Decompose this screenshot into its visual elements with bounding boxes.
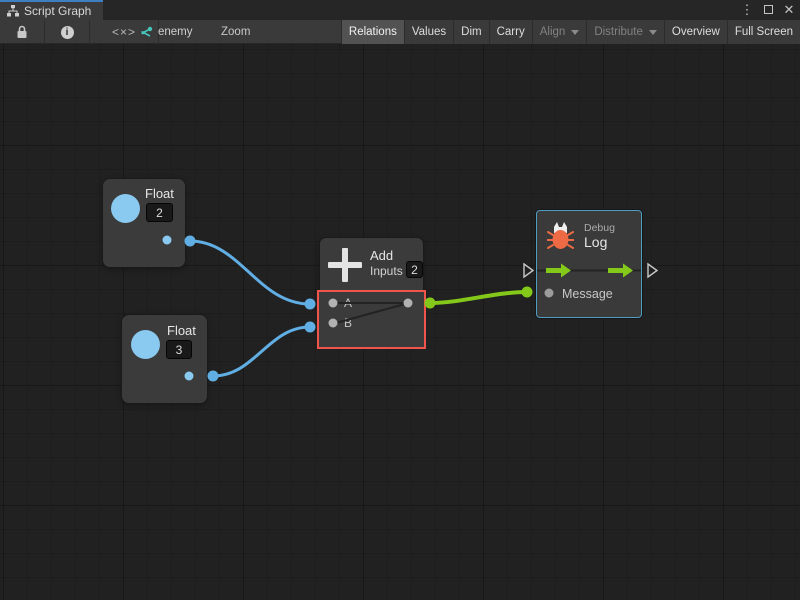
relations-label: Relations xyxy=(349,26,397,38)
graph-breadcrumb[interactable]: enemy xyxy=(140,20,193,44)
inputs-count: 2 xyxy=(411,263,418,277)
script-graph-window: Script Graph ⋮ ✕ i <×> xyxy=(0,0,800,600)
debug-log-node[interactable]: Debug Log Message xyxy=(536,210,642,318)
node-title: Float xyxy=(167,323,196,338)
align-button[interactable]: Align xyxy=(532,20,587,44)
script-graph-asset-icon xyxy=(140,26,153,39)
overview-button[interactable]: Overview xyxy=(664,20,727,44)
chevron-down-icon xyxy=(649,30,657,35)
close-icon[interactable]: ✕ xyxy=(782,0,796,20)
selection-rectangle xyxy=(317,290,426,349)
float-value: 2 xyxy=(156,206,163,220)
fullscreen-label: Full Screen xyxy=(735,26,793,38)
carry-button[interactable]: Carry xyxy=(489,20,532,44)
float-node-1[interactable]: Float 2 xyxy=(103,179,185,267)
values-label: Values xyxy=(412,26,446,38)
maximize-icon[interactable] xyxy=(761,0,775,20)
distribute-label: Distribute xyxy=(594,26,643,38)
node-title: Add xyxy=(370,248,393,263)
message-port-label: Message xyxy=(562,287,613,301)
info-button[interactable]: i xyxy=(45,20,89,44)
window-menu-icon[interactable]: ⋮ xyxy=(740,0,754,20)
maximize-box xyxy=(764,5,773,14)
chevron-down-icon xyxy=(571,30,579,35)
float-type-icon xyxy=(111,194,140,223)
info-icon: i xyxy=(61,26,74,39)
graph-hierarchy-icon xyxy=(7,5,19,17)
align-label: Align xyxy=(540,26,566,38)
values-button[interactable]: Values xyxy=(404,20,453,44)
toolbar: i <×> enemy Zoom 1x Relations Values Dim… xyxy=(0,20,800,44)
add-node-header[interactable]: Add Inputs 2 xyxy=(320,238,423,292)
inputs-count-field[interactable]: 2 xyxy=(406,261,423,278)
float-type-icon xyxy=(131,330,160,359)
dim-label: Dim xyxy=(461,26,481,38)
graph-name: enemy xyxy=(158,26,193,38)
tab-title: Script Graph xyxy=(24,4,91,18)
dim-button[interactable]: Dim xyxy=(453,20,488,44)
tab-script-graph[interactable]: Script Graph xyxy=(0,0,103,20)
distribute-button[interactable]: Distribute xyxy=(586,20,664,44)
relations-button[interactable]: Relations xyxy=(341,20,404,44)
lock-button[interactable] xyxy=(0,20,44,44)
bug-icon xyxy=(547,220,574,251)
node-title: Float xyxy=(145,186,174,201)
lock-icon xyxy=(16,25,28,39)
node-title: Log xyxy=(584,234,607,250)
float-value-field[interactable]: 3 xyxy=(166,340,192,359)
float-node-2[interactable]: Float 3 xyxy=(122,315,207,403)
carry-label: Carry xyxy=(497,26,525,38)
zoom-label: Zoom xyxy=(221,20,250,44)
float-value: 3 xyxy=(176,343,183,357)
fullscreen-button[interactable]: Full Screen xyxy=(727,20,800,44)
title-bar: Script Graph ⋮ ✕ xyxy=(0,0,800,20)
float-value-field[interactable]: 2 xyxy=(146,203,173,222)
inputs-label: Inputs xyxy=(370,264,403,278)
overview-label: Overview xyxy=(672,26,720,38)
node-category: Debug xyxy=(584,222,615,234)
code-view-icon: <×> xyxy=(112,25,136,39)
